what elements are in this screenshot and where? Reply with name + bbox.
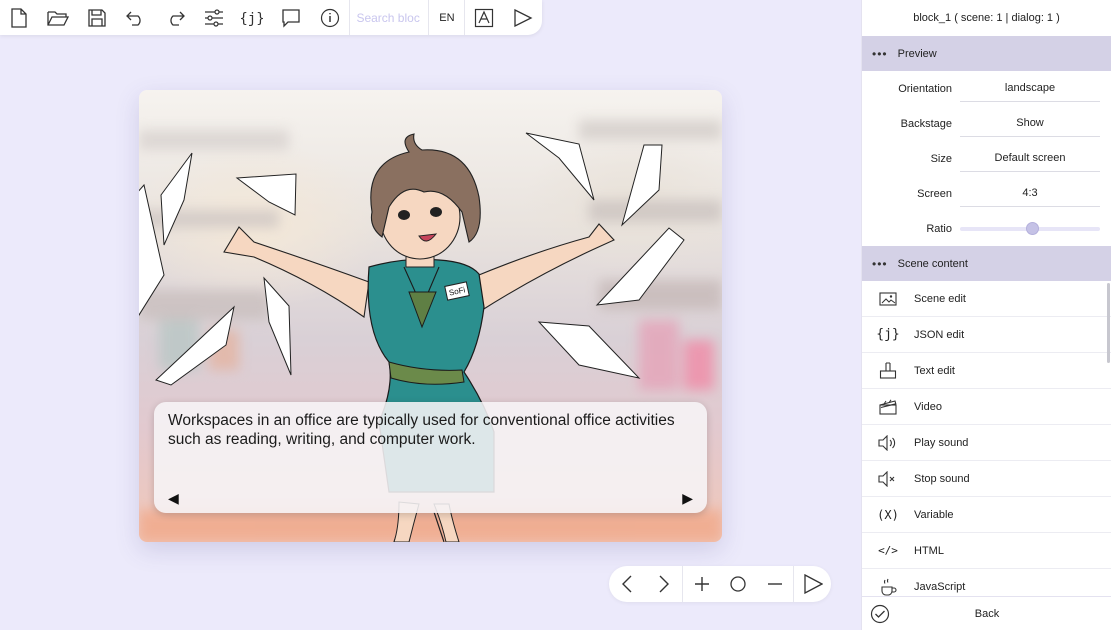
- variable-icon: (X): [877, 507, 899, 522]
- item-label: Scene edit: [914, 292, 966, 305]
- next-button[interactable]: [646, 566, 683, 602]
- assets-button[interactable]: [465, 0, 503, 35]
- list-item-stop-sound[interactable]: Stop sound: [862, 461, 1111, 497]
- list-item-video[interactable]: Video: [862, 389, 1111, 425]
- dialog-text: Workspaces in an office are typically us…: [168, 412, 675, 448]
- ratio-slider[interactable]: [960, 221, 1100, 235]
- comment-button[interactable]: [272, 0, 311, 35]
- coffee-icon: [862, 578, 914, 596]
- panel-scrollbar[interactable]: [1107, 283, 1110, 363]
- clapperboard-icon: [862, 399, 914, 415]
- item-label: Text edit: [914, 364, 955, 377]
- dialog-box[interactable]: Workspaces in an office are typically us…: [154, 402, 707, 513]
- property-row-orientation: Orientation landscape: [862, 71, 1111, 106]
- chevron-left-icon: [621, 575, 633, 593]
- new-file-button[interactable]: [0, 0, 39, 35]
- circle-icon: [729, 575, 747, 593]
- json-button[interactable]: {j}: [233, 0, 272, 35]
- list-item-html[interactable]: </> HTML: [862, 533, 1111, 569]
- zoom-in-button[interactable]: [683, 566, 720, 602]
- settings-sliders-button[interactable]: [194, 0, 233, 35]
- backstage-select[interactable]: Show: [960, 111, 1100, 137]
- playback-controls: [609, 566, 831, 602]
- item-label: Video: [914, 400, 942, 413]
- back-button[interactable]: Back: [862, 596, 1111, 630]
- list-item-scene-edit[interactable]: Scene edit: [862, 281, 1111, 317]
- floppy-disk-icon: [87, 8, 107, 28]
- property-label: Ratio: [926, 222, 952, 235]
- property-row-ratio: Ratio: [862, 211, 1111, 246]
- preview-stage[interactable]: SoFi Workspaces in an office are typical…: [139, 90, 722, 542]
- more-dots-icon: •••: [872, 46, 888, 61]
- open-folder-button[interactable]: [39, 0, 78, 35]
- undo-icon: [125, 10, 146, 26]
- section-label: Scene content: [897, 257, 968, 270]
- list-item-variable[interactable]: (X) Variable: [862, 497, 1111, 533]
- size-select[interactable]: Default screen: [960, 146, 1100, 172]
- font-asset-icon: [474, 8, 494, 28]
- list-item-play-sound[interactable]: Play sound: [862, 425, 1111, 461]
- language-selector[interactable]: EN: [429, 0, 466, 35]
- item-label: Play sound: [914, 436, 969, 449]
- item-label: Stop sound: [914, 472, 970, 485]
- minus-icon: [767, 576, 783, 592]
- item-label: JSON edit: [914, 328, 965, 341]
- redo-icon: [165, 10, 185, 26]
- section-preview[interactable]: ••• Preview: [862, 36, 1111, 71]
- info-button[interactable]: [311, 0, 350, 35]
- speaker-mute-icon: [862, 470, 914, 487]
- text-edit-icon: [862, 361, 914, 380]
- svg-text:{j}: {j}: [241, 11, 263, 27]
- plus-icon: [694, 576, 710, 592]
- more-dots-icon: •••: [872, 256, 888, 271]
- undo-button[interactable]: [116, 0, 155, 35]
- property-label: Backstage: [900, 117, 952, 130]
- item-label: HTML: [914, 544, 944, 557]
- back-label: Back: [974, 607, 1000, 620]
- search-blocks-input[interactable]: [349, 0, 430, 35]
- zoom-reset-button[interactable]: [720, 566, 757, 602]
- property-row-backstage: Backstage Show: [862, 106, 1111, 141]
- item-label: JavaScript: [914, 580, 966, 593]
- redo-button[interactable]: [155, 0, 194, 35]
- dialog-next-arrow[interactable]: ▶: [682, 490, 693, 507]
- play-preview-button[interactable]: [794, 566, 831, 602]
- item-label: Variable: [914, 508, 954, 521]
- screen-select[interactable]: 4:3: [960, 181, 1100, 207]
- top-toolbar: {j} EN: [0, 0, 542, 35]
- new-file-icon: [10, 7, 28, 28]
- html-icon: </>: [878, 544, 898, 557]
- ratio-slider-thumb[interactable]: [1026, 221, 1039, 235]
- info-icon: [320, 8, 340, 28]
- list-item-text-edit[interactable]: Text edit: [862, 353, 1111, 389]
- json-icon: {j}: [876, 327, 900, 342]
- play-triangle-icon: [513, 8, 533, 27]
- property-row-screen: Screen 4:3: [862, 176, 1111, 211]
- section-label: Preview: [897, 47, 937, 60]
- json-icon: {j}: [241, 8, 263, 28]
- previous-button[interactable]: [609, 566, 646, 602]
- play-button[interactable]: [503, 0, 542, 35]
- folder-open-icon: [47, 9, 70, 27]
- chevron-right-icon: [658, 575, 670, 593]
- section-scene-content[interactable]: ••• Scene content: [862, 246, 1111, 281]
- speaker-on-icon: [862, 434, 914, 451]
- property-label: Orientation: [898, 82, 952, 95]
- image-icon: [862, 291, 914, 306]
- property-row-size: Size Default screen: [862, 141, 1111, 176]
- dialog-prev-arrow[interactable]: ◀: [168, 490, 179, 507]
- sliders-icon: [204, 8, 224, 27]
- properties-panel: block_1 ( scene: 1 | dialog: 1 ) ••• Pre…: [861, 0, 1111, 630]
- save-button[interactable]: [78, 0, 117, 35]
- zoom-out-button[interactable]: [757, 566, 794, 602]
- property-label: Screen: [917, 187, 952, 200]
- panel-title: block_1 ( scene: 1 | dialog: 1 ): [913, 12, 1060, 24]
- orientation-select[interactable]: landscape: [960, 76, 1100, 102]
- play-triangle-icon: [803, 574, 823, 594]
- scene-content-list: Scene edit {j} JSON edit Text edit Video…: [862, 281, 1111, 614]
- check-circle-icon: [862, 604, 898, 624]
- list-item-json-edit[interactable]: {j} JSON edit: [862, 317, 1111, 353]
- speech-bubble-icon: [281, 8, 301, 28]
- property-label: Size: [930, 152, 952, 165]
